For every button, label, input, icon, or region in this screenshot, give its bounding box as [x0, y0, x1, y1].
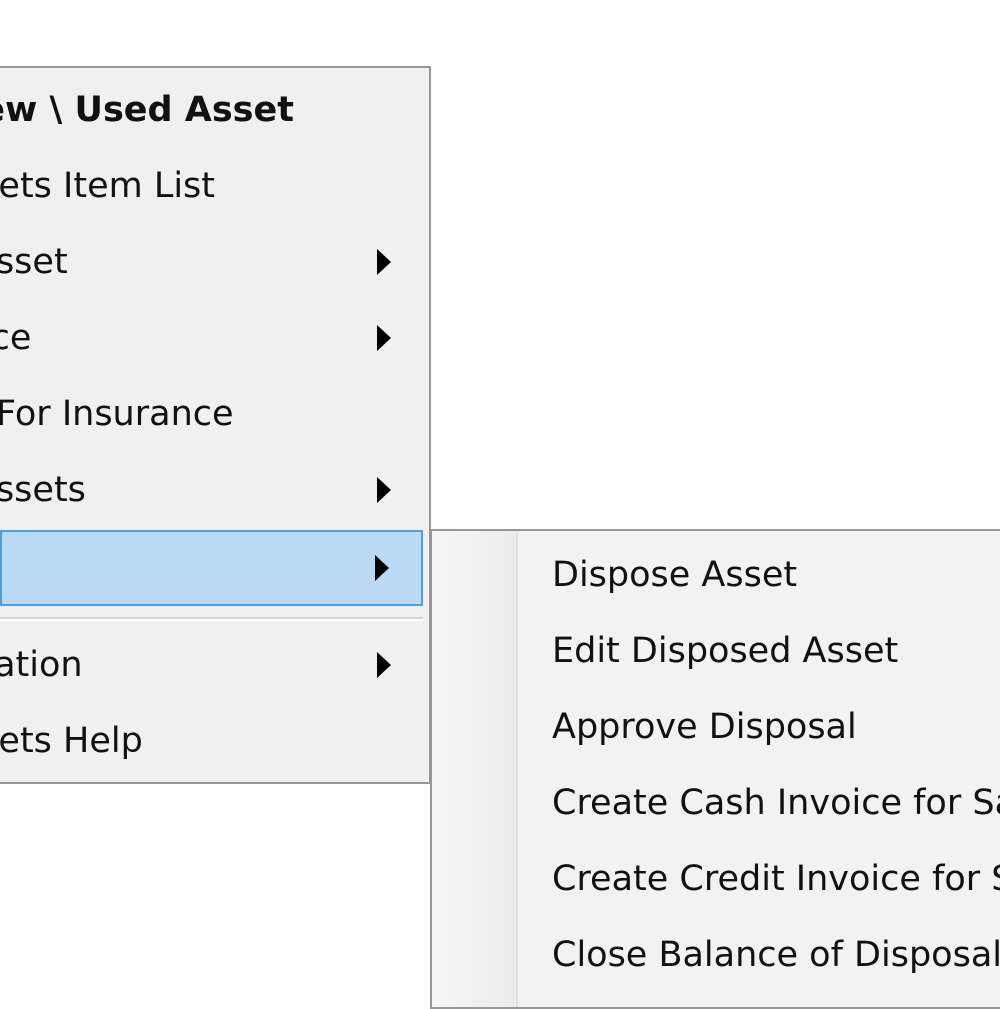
menu-item-information[interactable]: Information — [0, 627, 429, 703]
submenu-arrow-icon — [375, 555, 389, 581]
menu-item-disposal-highlighted[interactable] — [0, 530, 423, 606]
submenu-arrow-icon — [377, 477, 391, 503]
menu-item-new-used-asset[interactable]: New \ Used Asset — [0, 72, 429, 148]
menu-separator — [0, 617, 423, 621]
submenu-item-approve-disposal[interactable]: Approve Disposal — [432, 689, 1000, 765]
menu-item-label: Price — [0, 318, 32, 358]
submenu-item-label: Close Balance of Disposal Asset — [552, 935, 1000, 975]
submenu-arrow-icon — [377, 325, 391, 351]
menu-item-label: Assets — [0, 470, 86, 510]
submenu-arrow-icon — [377, 652, 391, 678]
submenu-item-label: Approve Disposal — [552, 707, 857, 747]
menu-item-label: Information — [0, 645, 83, 685]
submenu-item-dispose-asset[interactable]: Dispose Asset — [432, 537, 1000, 613]
submenu-item-label: Dispose Asset — [552, 555, 798, 595]
menu-item-assets[interactable]: Assets — [0, 452, 429, 528]
menu-item-assets-item-list[interactable]: Assets Item List — [0, 148, 429, 224]
submenu-item-label: Create Credit Invoice for Sale — [552, 859, 1000, 899]
menu-item-label: For Insurance — [0, 394, 234, 434]
menu-item-label: Assets Item List — [0, 166, 216, 206]
submenu-item-create-cash-invoice[interactable]: Create Cash Invoice for Sale — [432, 765, 1000, 841]
submenu-item-label: Create Cash Invoice for Sale — [552, 783, 1000, 823]
menu-item-label: Assets Help — [0, 721, 143, 761]
menu-item-for-insurance[interactable]: For Insurance — [0, 376, 429, 452]
menu-item-assets-help[interactable]: Assets Help — [0, 703, 429, 779]
submenu-item-create-credit-invoice[interactable]: Create Credit Invoice for Sale — [432, 841, 1000, 917]
menu-item-label: New \ Used Asset — [0, 90, 294, 130]
menu-item-label: Asset — [0, 242, 68, 282]
disposal-submenu: Dispose Asset Edit Disposed Asset Approv… — [430, 529, 1000, 1009]
context-menu: New \ Used Asset Assets Item List Asset … — [0, 66, 431, 784]
menu-item-asset[interactable]: Asset — [0, 224, 429, 300]
submenu-item-edit-disposed-asset[interactable]: Edit Disposed Asset — [432, 613, 1000, 689]
submenu-item-label: Edit Disposed Asset — [552, 631, 899, 671]
submenu-item-close-balance[interactable]: Close Balance of Disposal Asset — [432, 917, 1000, 993]
menu-item-price[interactable]: Price — [0, 300, 429, 376]
submenu-arrow-icon — [377, 249, 391, 275]
